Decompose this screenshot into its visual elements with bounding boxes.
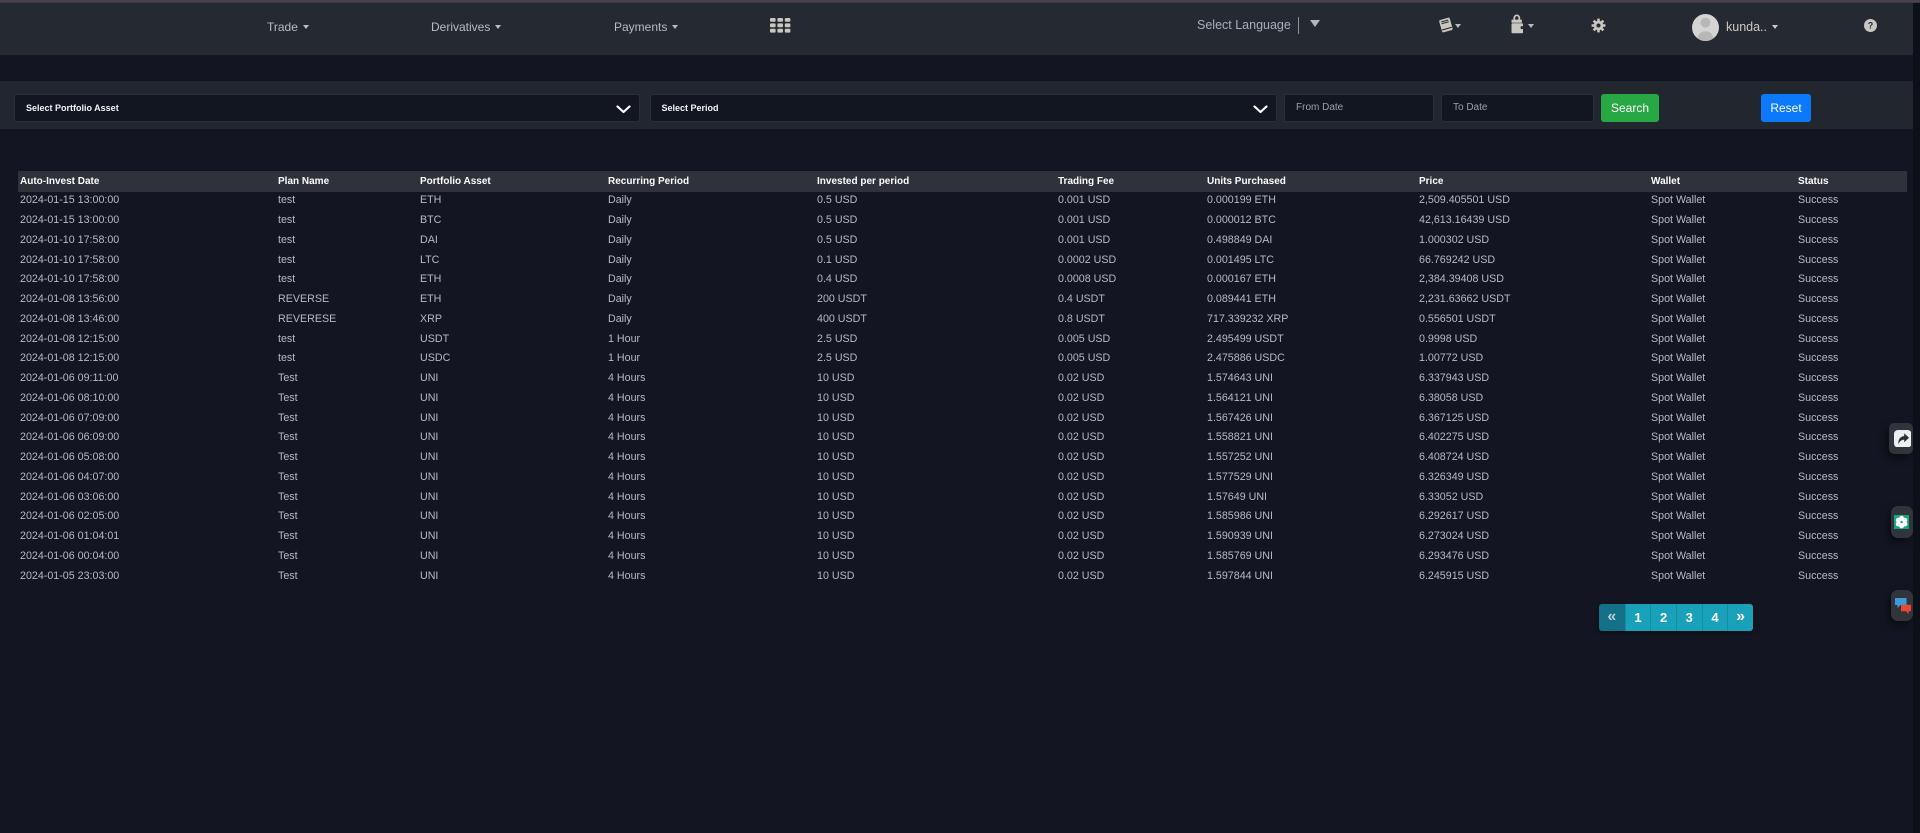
svg-text:?: ? [1867, 21, 1873, 31]
